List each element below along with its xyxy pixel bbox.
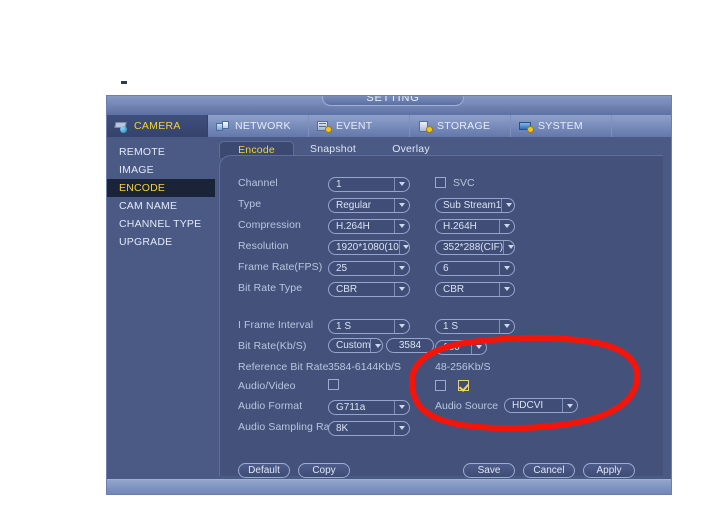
label-audio-sampling-rate: Audio Sampling Rate: [238, 420, 339, 433]
chevron-down-icon: [394, 219, 408, 233]
type-select[interactable]: Regular: [328, 197, 410, 213]
tab-event[interactable]: EVENT: [309, 115, 410, 137]
label-i-frame-interval: I Frame Interval: [238, 318, 314, 331]
chevron-down-icon: [503, 240, 514, 254]
frame-rate-main-select[interactable]: 25: [328, 260, 410, 276]
chevron-down-icon: [499, 319, 513, 333]
tab-camera-label: CAMERA: [134, 120, 181, 132]
label-reference-bit-rate: Reference Bit Rate: [238, 360, 329, 373]
resolution-main-select[interactable]: 1920*1080(10: [328, 239, 410, 255]
encode-panel: Channel 1 SVC Type Regular Sub Stream1 C…: [219, 155, 663, 478]
svc-label: SVC: [453, 176, 475, 189]
chevron-down-icon: [499, 282, 513, 296]
resolution-sub-select[interactable]: 352*288(CIF): [435, 239, 515, 255]
i-frame-main-select[interactable]: 1 S: [328, 318, 410, 334]
window-title: SETTING: [322, 96, 464, 106]
bit-rate-type-sub-select[interactable]: CBR: [435, 281, 515, 297]
bit-rate-sub-select[interactable]: 160: [435, 339, 487, 355]
encode-form: Channel 1 SVC Type Regular Sub Stream1 C…: [220, 156, 663, 478]
compression-main-select[interactable]: H.264H: [328, 218, 410, 234]
save-button[interactable]: Save: [463, 463, 515, 478]
stray-mark: [121, 81, 127, 84]
tab-network[interactable]: NETWORK: [208, 115, 309, 137]
camera-icon: [114, 120, 130, 133]
label-resolution: Resolution: [238, 239, 289, 252]
label-audio-video: Audio/Video: [238, 379, 296, 392]
event-icon: [317, 120, 332, 133]
main-tab-bar: CAMERA NETWORK EVENT STORAGE SYSTEM: [107, 115, 671, 137]
sidebar: REMOTE IMAGE ENCODE CAM NAME CHANNEL TYP…: [107, 137, 215, 480]
i-frame-sub-select[interactable]: 1 S: [435, 318, 515, 334]
chevron-down-icon: [370, 339, 382, 352]
channel-select[interactable]: 1: [328, 176, 410, 192]
chevron-down-icon: [394, 198, 408, 212]
frame-rate-sub-select[interactable]: 6: [435, 260, 515, 276]
system-icon: [519, 120, 534, 133]
svc-checkbox[interactable]: [435, 177, 446, 188]
sidebar-item-image[interactable]: IMAGE: [107, 161, 215, 179]
chevron-down-icon: [398, 240, 409, 254]
tab-network-label: NETWORK: [235, 120, 291, 132]
bit-rate-value-input[interactable]: 3584: [386, 338, 434, 353]
sidebar-item-channel-type[interactable]: CHANNEL TYPE: [107, 215, 215, 233]
apply-button[interactable]: Apply: [583, 463, 635, 478]
chevron-down-icon: [394, 421, 408, 435]
label-audio-source: Audio Source: [435, 399, 499, 412]
tab-system-label: SYSTEM: [538, 120, 583, 132]
chevron-down-icon: [501, 198, 514, 212]
reference-bit-rate-sub: 48-256Kb/S: [435, 360, 491, 373]
sidebar-item-remote[interactable]: REMOTE: [107, 143, 215, 161]
tab-storage-label: STORAGE: [437, 120, 491, 132]
sidebar-item-upgrade[interactable]: UPGRADE: [107, 233, 215, 251]
chevron-down-icon: [394, 319, 408, 333]
compression-sub-select[interactable]: H.264H: [435, 218, 515, 234]
setting-window: SETTING CAMERA NETWORK EVENT STORAGE SYS…: [106, 95, 672, 495]
tab-event-label: EVENT: [336, 120, 373, 132]
audio-format-select[interactable]: G711a: [328, 399, 410, 415]
sidebar-item-cam-name[interactable]: CAM NAME: [107, 197, 215, 215]
chevron-down-icon: [499, 261, 513, 275]
storage-icon: [418, 120, 433, 133]
copy-button[interactable]: Copy: [298, 463, 350, 478]
bit-rate-type-main-select[interactable]: CBR: [328, 281, 410, 297]
sidebar-item-encode[interactable]: ENCODE: [107, 179, 215, 197]
bit-rate-mode-select[interactable]: Custom: [328, 338, 383, 353]
window-footer: [107, 479, 671, 494]
audio-video-sub-checkbox[interactable]: [435, 380, 446, 391]
audio-sampling-rate-select[interactable]: 8K: [328, 420, 410, 436]
network-icon: [216, 120, 231, 133]
audio-video-main-checkbox[interactable]: [328, 378, 339, 390]
chevron-down-icon: [499, 219, 513, 233]
label-frame-rate: Frame Rate(FPS): [238, 260, 323, 273]
default-button[interactable]: Default: [238, 463, 290, 478]
chevron-down-icon: [394, 400, 408, 414]
tab-camera[interactable]: CAMERA: [107, 115, 208, 137]
audio-source-select[interactable]: HDCVI: [504, 398, 579, 413]
chevron-down-icon: [562, 399, 576, 412]
audio-enable-checkbox[interactable]: [458, 380, 469, 391]
reference-bit-rate-main: 3584-6144Kb/S: [328, 360, 401, 373]
label-bit-rate: Bit Rate(Kb/S): [238, 339, 307, 352]
label-type: Type: [238, 197, 262, 210]
chevron-down-icon: [471, 340, 485, 354]
tab-system[interactable]: SYSTEM: [511, 115, 612, 137]
label-audio-format: Audio Format: [238, 399, 303, 412]
sub-stream-select[interactable]: Sub Stream1: [435, 197, 515, 213]
chevron-down-icon: [394, 282, 408, 296]
chevron-down-icon: [394, 177, 408, 191]
label-bit-rate-type: Bit Rate Type: [238, 281, 303, 294]
window-body: REMOTE IMAGE ENCODE CAM NAME CHANNEL TYP…: [107, 137, 671, 480]
label-compression: Compression: [238, 218, 301, 231]
cancel-button[interactable]: Cancel: [523, 463, 575, 478]
label-channel: Channel: [238, 176, 278, 189]
tab-storage[interactable]: STORAGE: [410, 115, 511, 137]
chevron-down-icon: [394, 261, 408, 275]
